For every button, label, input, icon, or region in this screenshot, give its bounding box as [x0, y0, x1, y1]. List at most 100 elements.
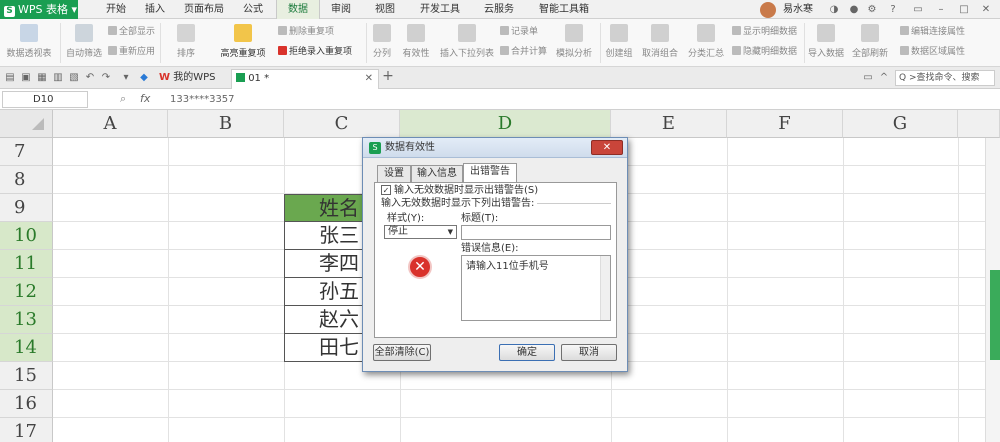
row-header-12[interactable]: 12	[0, 278, 53, 306]
save-icon[interactable]: ▣	[20, 72, 32, 84]
style-select[interactable]: 停止 ▼	[384, 225, 457, 239]
show-all-button[interactable]: 全部显示	[108, 25, 155, 39]
collapse-ribbon-icon[interactable]: ^	[878, 72, 890, 84]
column-header-f[interactable]: F	[727, 110, 843, 138]
validation-button[interactable]: 有效性	[398, 19, 434, 67]
row-header-7[interactable]: 7	[0, 138, 53, 166]
tab-data[interactable]: 数据	[276, 0, 320, 19]
export-icon[interactable]: ▦	[36, 72, 48, 84]
tab-formulas[interactable]: 公式	[235, 0, 271, 19]
row-header-13[interactable]: 13	[0, 306, 53, 334]
range-properties-button[interactable]: 数据区域属性	[900, 45, 965, 59]
tab-cloud[interactable]: 云服务	[474, 0, 524, 19]
row-header-17[interactable]: 17	[0, 418, 53, 442]
tab-developer[interactable]: 开发工具	[410, 0, 470, 19]
app-menu-button[interactable]: S WPS 表格 ▾	[0, 0, 78, 19]
open-icon[interactable]: ▤	[4, 72, 16, 84]
hide-detail-button[interactable]: 隐藏明细数据	[732, 45, 797, 59]
split-column-button[interactable]: 分列	[368, 19, 396, 67]
formula-value[interactable]: 133****3357	[170, 91, 235, 108]
clear-all-button[interactable]: 全部清除(C)	[373, 344, 431, 361]
undo-icon[interactable]: ↶	[84, 72, 96, 84]
sort-button[interactable]: 排序	[164, 19, 208, 67]
title-input[interactable]	[461, 225, 611, 240]
row-header-11[interactable]: 11	[0, 250, 53, 278]
customize-toolbar-icon[interactable]: ▾	[120, 72, 132, 84]
help-icon[interactable]: ?	[887, 4, 899, 16]
cube-icon[interactable]: ◆	[138, 72, 150, 84]
textarea-scrollbar[interactable]	[600, 256, 610, 320]
tab-start[interactable]: 开始	[95, 0, 137, 19]
dialog-close-button[interactable]: ✕	[591, 140, 623, 155]
subtotal-button[interactable]: 分类汇总	[684, 19, 728, 67]
tab-smart-tools[interactable]: 智能工具箱	[528, 0, 600, 19]
scrollbar-thumb[interactable]	[990, 270, 1000, 360]
insert-dropdown-button[interactable]: 插入下拉列表	[438, 19, 496, 67]
redo-icon[interactable]: ↷	[100, 72, 112, 84]
zoom-icon[interactable]: ⌕	[120, 92, 126, 106]
tab-page-layout[interactable]: 页面布局	[173, 0, 235, 19]
avatar[interactable]	[760, 2, 776, 18]
user-name[interactable]: 易水寒	[783, 0, 813, 19]
name-box[interactable]: D10	[2, 91, 88, 108]
reapply-button[interactable]: 重新应用	[108, 45, 155, 59]
refresh-all-button[interactable]: 全部刷新	[848, 19, 892, 67]
what-if-button[interactable]: 模拟分析	[552, 19, 596, 67]
new-tab-button[interactable]: +	[382, 69, 394, 83]
edit-links-button[interactable]: 编辑连接属性	[900, 25, 965, 39]
tab-insert[interactable]: 插入	[137, 0, 173, 19]
tab-view[interactable]: 视图	[366, 0, 404, 19]
display-icon[interactable]: ▭	[862, 72, 874, 84]
column-header-a[interactable]: A	[53, 110, 168, 138]
select-all-corner[interactable]	[0, 110, 53, 138]
column-header-c[interactable]: C	[284, 110, 400, 138]
minimize-icon[interactable]: –	[935, 4, 947, 16]
dialog-title-bar[interactable]: S 数据有效性 ✕	[363, 138, 627, 158]
group-button[interactable]: 创建组	[602, 19, 636, 67]
column-header-e[interactable]: E	[611, 110, 727, 138]
consolidate-button[interactable]: 合并计算	[500, 45, 547, 59]
column-header-d[interactable]: D	[400, 110, 611, 138]
column-header-next[interactable]	[958, 110, 1000, 138]
highlight-duplicates-button[interactable]: 高亮重复项	[214, 19, 272, 67]
maximize-icon[interactable]: □	[958, 4, 970, 16]
tab-document-01[interactable]: 01 * ✕	[231, 69, 379, 89]
row-header-9[interactable]: 9	[0, 194, 53, 222]
ungroup-button[interactable]: 取消组合	[638, 19, 682, 67]
cancel-button[interactable]: 取消	[561, 344, 617, 361]
cloud-icon[interactable]: ●	[848, 4, 860, 16]
import-data-button[interactable]: 导入数据	[806, 19, 846, 67]
auto-filter-button[interactable]: 自动筛选	[64, 19, 104, 67]
row-header-14[interactable]: 14	[0, 334, 53, 362]
settings-icon[interactable]: ⚙	[866, 4, 878, 16]
tab-review[interactable]: 审阅	[322, 0, 360, 19]
remove-duplicates-button[interactable]: 删除重复项	[278, 25, 334, 39]
error-message-textarea[interactable]: 请输入11位手机号	[461, 255, 611, 321]
skin-icon[interactable]: ◑	[828, 4, 840, 16]
preview-icon[interactable]: ▧	[68, 72, 80, 84]
row-header-15[interactable]: 15	[0, 362, 53, 390]
close-tab-icon[interactable]: ✕	[365, 70, 373, 88]
restore-icon[interactable]: ▭	[912, 4, 924, 16]
tab-error-alert[interactable]: 出错警告	[463, 163, 517, 183]
tab-settings[interactable]: 设置	[377, 165, 411, 182]
search-command-input[interactable]: Q >查找命令、搜索	[895, 70, 995, 86]
row-header-16[interactable]: 16	[0, 390, 53, 418]
row-header-10[interactable]: 10	[0, 222, 53, 250]
row-header-8[interactable]: 8	[0, 166, 53, 194]
show-error-label[interactable]: 输入无效数据时显示出错警告(S)	[394, 184, 538, 197]
tab-input-message[interactable]: 输入信息	[411, 165, 463, 182]
ok-button[interactable]: 确定	[499, 344, 555, 361]
pivot-table-button[interactable]: 数据透视表	[4, 19, 54, 67]
show-detail-button[interactable]: 显示明细数据	[732, 25, 797, 39]
close-icon[interactable]: ✕	[980, 4, 992, 16]
validation-icon	[407, 24, 425, 42]
tab-my-wps[interactable]: W 我的WPS	[155, 69, 227, 89]
record-form-button[interactable]: 记录单	[500, 25, 538, 39]
show-error-checkbox[interactable]: ✓	[381, 185, 391, 195]
fx-icon[interactable]: fx	[140, 92, 150, 105]
column-header-g[interactable]: G	[843, 110, 958, 138]
reject-duplicates-button[interactable]: 拒绝录入重复项	[278, 45, 352, 59]
print-icon[interactable]: ▥	[52, 72, 64, 84]
column-header-b[interactable]: B	[168, 110, 284, 138]
